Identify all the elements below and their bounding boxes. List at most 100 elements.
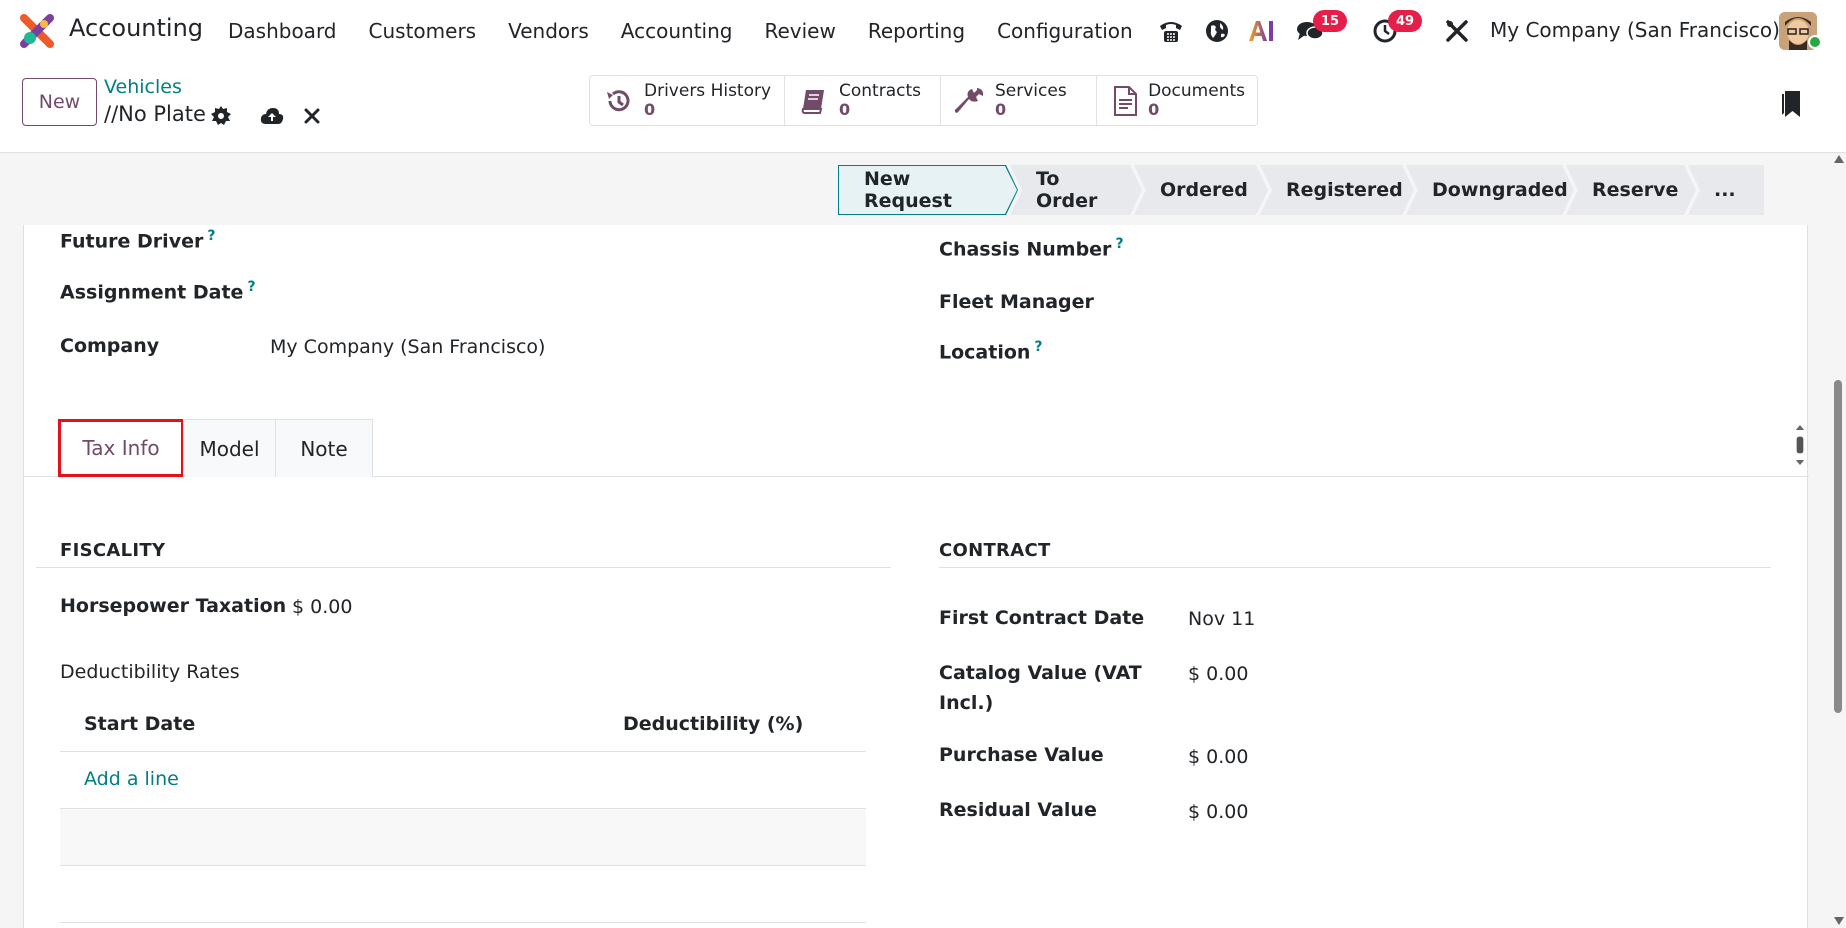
catalog-value-label-cont: Incl.) [939, 692, 994, 714]
history-icon [604, 86, 634, 116]
smart-button-label: Drivers History [644, 81, 772, 102]
stage-label: Reserve [1592, 179, 1679, 201]
residual-value-field[interactable]: $ 0.00 [1188, 801, 1248, 823]
column-start-date[interactable]: Start Date [84, 713, 195, 735]
page-scrollbar-thumb[interactable] [1834, 380, 1842, 713]
column-deductibility[interactable]: Deductibility (%) [623, 713, 803, 735]
chassis-number-label: Chassis Number? [939, 236, 1124, 260]
smart-buttons: Drivers History 0 Contracts 0 Services 0 Do… [589, 75, 1258, 126]
label-text: Chassis Number [939, 238, 1112, 261]
purchase-value-label: Purchase Value [939, 744, 1104, 766]
section-divider [939, 567, 1771, 568]
stage-label: Registered [1286, 179, 1403, 201]
first-contract-date-label: First Contract Date [939, 607, 1145, 629]
menu-dashboard[interactable]: Dashboard [228, 19, 337, 43]
horsepower-taxation-label: Horsepower Taxation [60, 595, 287, 617]
bookmark-icon[interactable] [1780, 90, 1802, 118]
help-tooltip-icon[interactable]: ? [247, 279, 255, 295]
stage-to-order[interactable]: To Order [1010, 165, 1142, 215]
table-row [60, 751, 866, 808]
status-bar: New Request To Order Ordered Registered … [838, 165, 1766, 215]
stage-label: To Order [1036, 168, 1098, 212]
menu-review[interactable]: Review [764, 19, 835, 43]
residual-value-label: Residual Value [939, 799, 1097, 821]
table-row [60, 922, 866, 928]
drivers-history-button[interactable]: Drivers History 0 [590, 76, 785, 125]
smart-button-label: Documents [1148, 81, 1245, 102]
stage-label: ... [1714, 179, 1736, 201]
section-divider [36, 567, 891, 568]
smart-button-count: 0 [839, 100, 851, 120]
fiscality-section-title: FISCALITY [60, 540, 166, 561]
catalog-value-label: Catalog Value (VAT [939, 662, 1142, 684]
accounting-app-icon[interactable] [20, 14, 54, 48]
record-name: //No Plate [104, 102, 206, 126]
top-navbar: Accounting Dashboard Customers Vendors A… [0, 0, 1846, 62]
smart-button-count: 0 [1148, 100, 1160, 120]
ai-icon[interactable] [1246, 16, 1276, 46]
tab-model[interactable]: Model [183, 419, 276, 477]
breadcrumb-vehicles[interactable]: Vehicles [104, 76, 182, 98]
catalog-value-field[interactable]: $ 0.00 [1188, 663, 1248, 685]
stage-downgraded[interactable]: Downgraded [1406, 165, 1574, 215]
deductibility-rates-label: Deductibility Rates [60, 661, 240, 683]
stage-ordered[interactable]: Ordered [1134, 165, 1268, 215]
scroll-down-arrow-icon[interactable] [1834, 917, 1844, 925]
help-tooltip-icon[interactable]: ? [207, 228, 215, 244]
online-status-indicator [1808, 35, 1822, 49]
stage-registered[interactable]: Registered [1260, 165, 1414, 215]
discard-close-icon[interactable] [300, 104, 324, 128]
table-row [60, 865, 866, 922]
label-text: Future Driver [60, 230, 204, 253]
company-field[interactable]: My Company (San Francisco) [270, 336, 545, 358]
company-label: Company [60, 335, 160, 357]
menu-vendors[interactable]: Vendors [508, 19, 589, 43]
smart-button-label: Services [995, 81, 1067, 102]
services-button[interactable]: Services 0 [941, 76, 1097, 125]
tab-tax-info[interactable]: Tax Info [58, 419, 184, 477]
scroll-up-arrow-icon[interactable] [1834, 155, 1844, 163]
menu-configuration[interactable]: Configuration [997, 19, 1133, 43]
stage-new-request[interactable]: New Request [838, 165, 1018, 215]
fleet-manager-label: Fleet Manager [939, 291, 1094, 313]
label-text: Location [939, 341, 1031, 364]
future-driver-label: Future Driver? [60, 228, 215, 252]
stage-label: New Request [864, 168, 952, 212]
save-cloud-icon[interactable] [260, 104, 284, 128]
stage-more-button[interactable]: ... [1688, 165, 1764, 215]
smart-button-count: 0 [644, 100, 656, 120]
app-name[interactable]: Accounting [69, 14, 203, 42]
purchase-value-field[interactable]: $ 0.00 [1188, 746, 1248, 768]
control-panel: New Vehicles //No Plate Drivers History 0… [0, 62, 1846, 153]
messages-badge: 15 [1313, 10, 1347, 32]
documents-button[interactable]: Documents 0 [1097, 76, 1257, 125]
book-icon [799, 86, 829, 116]
phone-icon[interactable] [1156, 16, 1186, 46]
help-tooltip-icon[interactable]: ? [1115, 236, 1123, 252]
new-button[interactable]: New [22, 78, 97, 126]
table-row [60, 808, 866, 865]
stage-reserve[interactable]: Reserve [1566, 165, 1696, 215]
tab-note[interactable]: Note [275, 419, 373, 477]
tools-icon[interactable] [1442, 16, 1472, 46]
gear-icon[interactable] [209, 104, 233, 128]
menu-accounting[interactable]: Accounting [621, 19, 733, 43]
horsepower-taxation-field[interactable]: $ 0.00 [292, 596, 352, 618]
wrench-icon [955, 86, 985, 116]
menu-customers[interactable]: Customers [369, 19, 477, 43]
label-text: Catalog Value (VAT [939, 662, 1142, 684]
globe-icon[interactable] [1202, 16, 1232, 46]
tabs-scroll-indicator[interactable] [1794, 425, 1806, 465]
stage-label: Downgraded [1432, 179, 1568, 201]
menu-reporting[interactable]: Reporting [868, 19, 965, 43]
add-a-line-link[interactable]: Add a line [84, 768, 179, 790]
help-tooltip-icon[interactable]: ? [1034, 339, 1042, 355]
form-sheet: Future Driver? Assignment Date? Company … [23, 225, 1809, 928]
smart-button-label: Contracts [839, 81, 921, 102]
label-text: Assignment Date [60, 281, 244, 304]
location-label: Location? [939, 339, 1043, 363]
main-menu: Dashboard Customers Vendors Accounting R… [228, 0, 1165, 62]
contracts-button[interactable]: Contracts 0 [785, 76, 941, 125]
company-switcher[interactable]: My Company (San Francisco) [1490, 18, 1780, 42]
first-contract-date-field[interactable]: Nov 11 [1188, 608, 1255, 630]
